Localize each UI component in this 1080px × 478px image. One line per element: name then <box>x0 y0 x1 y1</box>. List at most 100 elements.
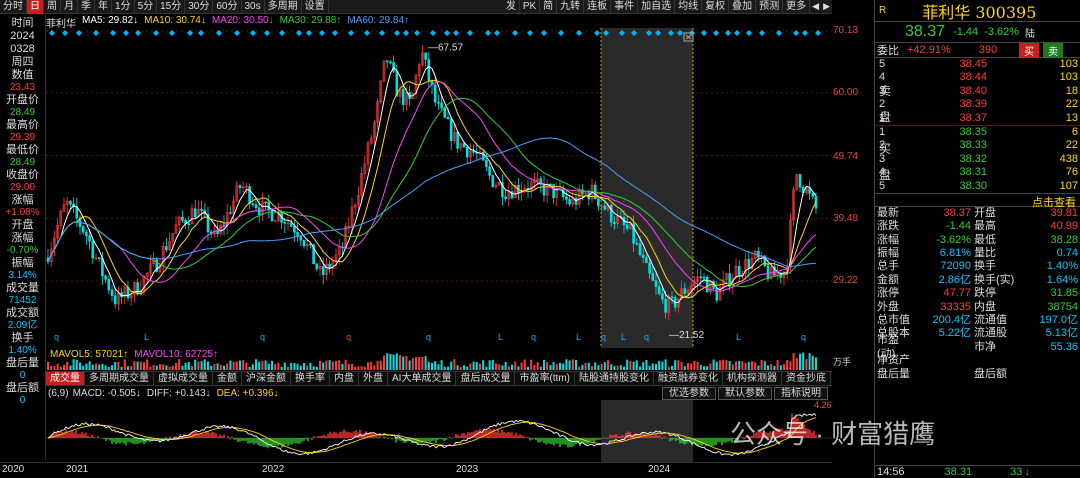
event-marker[interactable] <box>348 30 354 36</box>
event-marker[interactable] <box>403 30 409 36</box>
bottom-event-marker[interactable]: L <box>498 332 503 342</box>
event-marker[interactable] <box>93 30 99 36</box>
event-marker[interactable] <box>394 30 400 36</box>
indicator-tab-5[interactable]: 换手率 <box>291 372 330 385</box>
tool-button-3[interactable]: 九转 <box>557 0 585 14</box>
bottom-event-marker[interactable]: q <box>801 332 806 342</box>
event-marker[interactable] <box>123 30 129 36</box>
scroll-right-icon[interactable]: ▶ <box>821 1 832 12</box>
indicator-tab-4[interactable]: 沪深金额 <box>242 372 291 385</box>
bottom-event-marker[interactable]: L <box>576 332 581 342</box>
bottom-event-marker[interactable]: L <box>144 332 149 342</box>
sell-order-row[interactable]: 5 38.45 103 <box>875 58 1080 71</box>
sell-button[interactable]: 卖 <box>1043 42 1064 58</box>
event-marker[interactable] <box>725 30 731 36</box>
bottom-event-marker[interactable]: q <box>531 332 536 342</box>
sell-order-row[interactable]: 3 38.40 18 <box>875 85 1080 98</box>
event-marker[interactable] <box>319 30 325 36</box>
period-tab-3[interactable]: 月 <box>61 0 78 14</box>
period-tab-1[interactable]: 日 <box>27 0 44 14</box>
event-marker[interactable] <box>713 30 719 36</box>
event-marker[interactable] <box>250 30 256 36</box>
tool-button-4[interactable]: 连板 <box>584 0 612 14</box>
event-marker[interactable] <box>793 30 799 36</box>
indicator-tab-1[interactable]: 多周期成交量 <box>85 372 154 385</box>
indicator-tab-10[interactable]: 市盈率(ttm) <box>515 372 575 385</box>
event-marker[interactable] <box>153 30 159 36</box>
bottom-event-marker[interactable]: L <box>736 332 741 342</box>
bottom-event-marker[interactable]: q <box>54 332 59 342</box>
indicator-tab-7[interactable]: 外盘 <box>359 372 388 385</box>
macd-chart[interactable]: 4.26 <box>46 400 832 462</box>
event-marker[interactable] <box>169 30 175 36</box>
buy-order-row[interactable]: 1 38.35 6 <box>875 126 1080 139</box>
event-marker[interactable] <box>264 30 270 36</box>
buy-button[interactable]: 买 <box>1019 42 1040 58</box>
indicator-tab-8[interactable]: AI大单成交量 <box>388 372 457 385</box>
event-marker[interactable] <box>414 30 420 36</box>
sell-order-row[interactable]: 1 38.37 13 <box>875 112 1080 125</box>
event-marker[interactable] <box>234 30 240 36</box>
event-marker[interactable] <box>594 30 600 36</box>
buy-order-row[interactable]: 2 38.33 22 <box>875 139 1080 152</box>
event-marker[interactable] <box>759 30 765 36</box>
sell-order-row[interactable]: 4 38.44 103 <box>875 71 1080 84</box>
event-marker[interactable] <box>453 30 459 36</box>
tool-button-9[interactable]: 叠加 <box>729 0 757 14</box>
tool-button-6[interactable]: 加自选 <box>638 0 676 14</box>
bottom-event-marker[interactable]: q <box>426 332 431 342</box>
period-tab-0[interactable]: 分时 <box>0 0 27 14</box>
period-tab-5[interactable]: 年 <box>95 0 112 14</box>
macd-button-1[interactable]: 默认参数 <box>718 387 772 400</box>
bottom-event-marker[interactable]: q <box>260 332 265 342</box>
candlestick-chart[interactable]: —67.57 —21.52 q Lq q q Lq Lq Lq Lq <box>46 28 832 348</box>
period-tab-10[interactable]: 60分 <box>213 0 242 14</box>
tool-button-7[interactable]: 均线 <box>675 0 703 14</box>
event-marker[interactable] <box>815 30 821 36</box>
buy-order-row[interactable]: 3 38.32 438 <box>875 153 1080 166</box>
period-tab-4[interactable]: 季 <box>78 0 95 14</box>
period-tab-11[interactable]: 30s <box>242 0 265 14</box>
indicator-tab-11[interactable]: 陆股通持股变化 <box>575 372 654 385</box>
event-marker[interactable] <box>110 30 116 36</box>
event-marker[interactable] <box>444 30 450 36</box>
bottom-event-marker[interactable]: q <box>601 332 606 342</box>
tool-button-10[interactable]: 预测 <box>756 0 784 14</box>
sell-order-row[interactable]: 2 38.39 22 <box>875 98 1080 111</box>
macd-button-2[interactable]: 指标说明 <box>774 387 828 400</box>
bottom-event-marker[interactable]: q <box>346 332 351 342</box>
indicator-tab-9[interactable]: 盘后成交量 <box>456 372 516 385</box>
period-tab-7[interactable]: 5分 <box>135 0 158 14</box>
event-marker[interactable] <box>494 30 500 36</box>
event-marker[interactable] <box>734 30 740 36</box>
event-marker[interactable] <box>364 30 370 36</box>
period-tab-2[interactable]: 周 <box>44 0 61 14</box>
event-marker[interactable] <box>485 30 491 36</box>
bottom-event-marker[interactable]: q <box>644 332 649 342</box>
buy-order-row[interactable]: 4 38.31 76 <box>875 166 1080 179</box>
tool-button-11[interactable]: 更多 <box>783 0 811 14</box>
period-tab-12[interactable]: 多周期 <box>265 0 302 14</box>
period-tab-8[interactable]: 15分 <box>157 0 186 14</box>
tool-button-1[interactable]: PK <box>520 0 541 14</box>
period-tab-6[interactable]: 1分 <box>112 0 135 14</box>
tool-button-0[interactable]: 发 <box>503 0 520 14</box>
tool-button-8[interactable]: 复权 <box>702 0 730 14</box>
indicator-tab-12[interactable]: 融资融券变化 <box>654 372 723 385</box>
tool-button-5[interactable]: 事件 <box>611 0 639 14</box>
indicator-tab-2[interactable]: 虚拟成交量 <box>154 372 213 385</box>
event-marker[interactable] <box>135 30 141 36</box>
buy-order-row[interactable]: 5 38.30 107 <box>875 180 1080 193</box>
event-marker[interactable] <box>430 30 436 36</box>
indicator-tab-3[interactable]: 金额 <box>213 372 242 385</box>
event-marker[interactable] <box>558 30 564 36</box>
tool-button-2[interactable]: 简 <box>540 0 558 14</box>
scroll-left-icon[interactable]: ◀ <box>810 1 821 12</box>
event-marker[interactable] <box>279 30 285 36</box>
indicator-tab-13[interactable]: 机构探测器 <box>723 372 782 385</box>
indicator-tab-6[interactable]: 内盘 <box>330 372 359 385</box>
period-tab-13[interactable]: 设置 <box>302 0 329 14</box>
event-marker[interactable] <box>379 30 385 36</box>
event-marker[interactable] <box>198 30 204 36</box>
indicator-tab-14[interactable]: 资金抄底 <box>782 372 831 385</box>
